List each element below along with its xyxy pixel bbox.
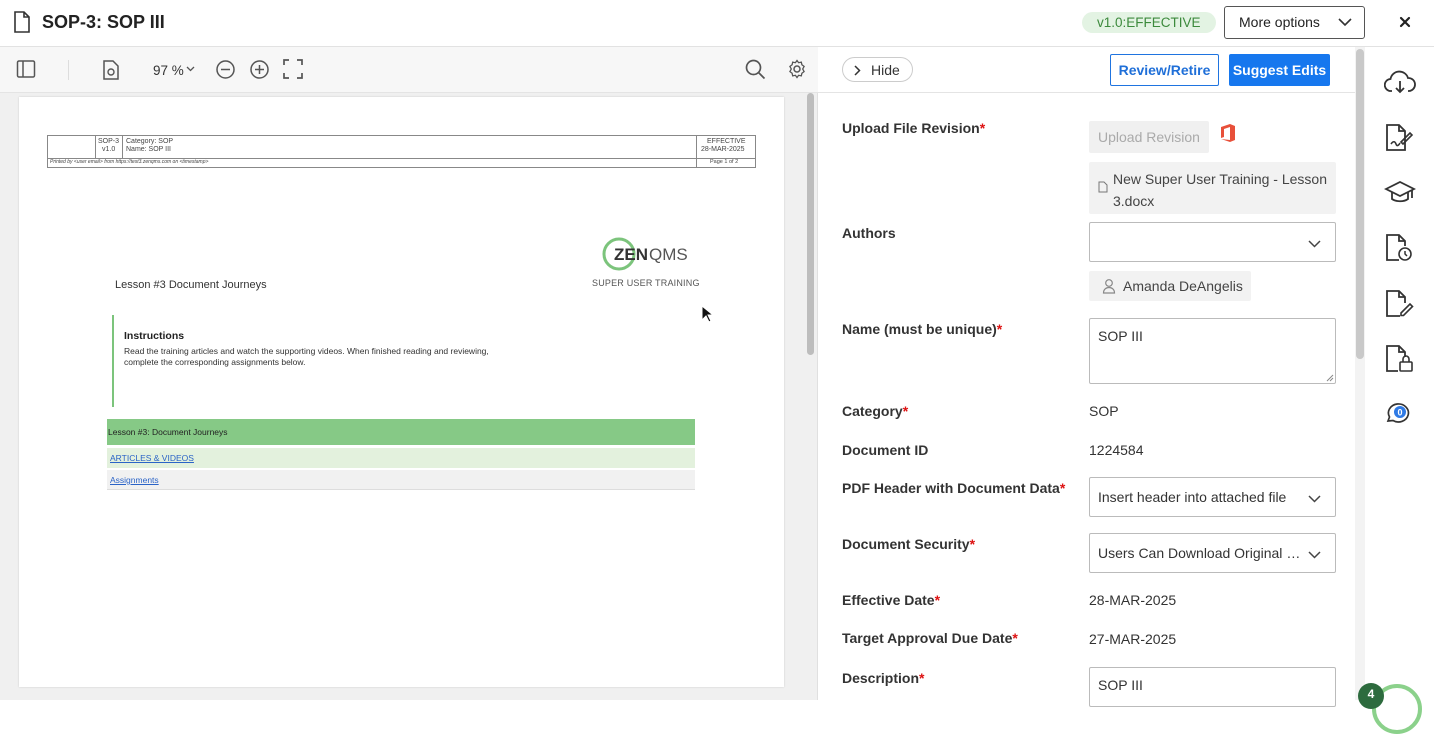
- search-icon[interactable]: [745, 59, 766, 80]
- chevron-down-icon: [1308, 551, 1321, 559]
- target-approval-date-value: 27-MAR-2025: [1089, 631, 1177, 647]
- lesson-title: Lesson #3 Document Journeys: [115, 279, 267, 291]
- document-security-label: Document Security*: [842, 536, 976, 552]
- description-label: Description*: [842, 670, 925, 686]
- resize-handle-icon[interactable]: [1326, 374, 1334, 382]
- articles-videos-link[interactable]: ARTICLES & VIDEOS: [110, 453, 194, 463]
- svg-text:0: 0: [1397, 408, 1402, 418]
- effective-date-label: Effective Date*: [842, 592, 941, 608]
- pdf-header-value: Insert header into attached file: [1098, 489, 1287, 505]
- document-id-value: 1224584: [1089, 442, 1144, 458]
- pdf-name: Name: SOP III: [126, 146, 171, 153]
- page-settings-icon[interactable]: [102, 60, 120, 80]
- document-id-label: Document ID: [842, 442, 929, 458]
- description-input[interactable]: SOP III: [1089, 667, 1336, 707]
- document-security-select[interactable]: Users Can Download Original F...: [1089, 533, 1336, 573]
- hide-button[interactable]: Hide: [842, 57, 913, 82]
- document-name-label: Name (must be unique)*: [842, 321, 1003, 337]
- document-lock-icon[interactable]: [1384, 345, 1414, 373]
- chevron-down-icon: [1308, 240, 1321, 248]
- lesson-table-header: Lesson #3: Document Journeys: [107, 419, 695, 445]
- assignments-link[interactable]: Assignments: [110, 475, 159, 485]
- gear-icon[interactable]: [787, 59, 807, 79]
- panel-scrollbar[interactable]: [1355, 47, 1365, 700]
- attached-file-chip[interactable]: New Super User Training - Lesson 3.docx: [1089, 162, 1336, 214]
- comments-icon[interactable]: 0: [1384, 401, 1414, 427]
- office-icon[interactable]: [1219, 123, 1237, 143]
- more-options-label: More options: [1239, 14, 1320, 30]
- close-icon[interactable]: [1396, 13, 1414, 31]
- document-security-value: Users Can Download Original F...: [1098, 545, 1304, 561]
- pdf-category: Category: SOP: [126, 138, 174, 145]
- viewer-toolbar: 97 %: [0, 47, 818, 93]
- document-page: SOP-3 v1.0 Category: SOP Name: SOP III E…: [19, 97, 784, 687]
- sign-document-icon[interactable]: [1384, 124, 1414, 152]
- chevron-right-icon: [854, 65, 861, 76]
- table-row: Assignments: [107, 470, 695, 490]
- pdf-version: v1.0: [102, 146, 116, 153]
- toolbar-divider: [68, 60, 69, 80]
- pdf-page-number: Page 1 of 2: [710, 159, 739, 165]
- zoom-out-icon[interactable]: [215, 59, 236, 80]
- fullscreen-icon[interactable]: [283, 59, 303, 79]
- panel-scrollbar-thumb[interactable]: [1356, 49, 1364, 359]
- pdf-status: EFFECTIVE: [707, 138, 746, 145]
- upload-revision-button[interactable]: Upload Revision: [1089, 121, 1209, 153]
- zoom-dropdown-icon[interactable]: [186, 66, 195, 72]
- zenqms-logo: ZEN QMS: [602, 237, 694, 271]
- authors-label: Authors: [842, 225, 896, 241]
- hide-button-label: Hide: [871, 61, 900, 78]
- document-name-input[interactable]: SOP III: [1089, 318, 1336, 384]
- pdf-printed-by: Printed by <user email> from https://tes…: [50, 159, 209, 165]
- document-viewer[interactable]: SOP-3 v1.0 Category: SOP Name: SOP III E…: [0, 93, 818, 700]
- review-retire-button[interactable]: Review/Retire: [1110, 54, 1219, 86]
- sidebar-toggle-icon[interactable]: [16, 59, 36, 79]
- upload-file-revision-label: Upload File Revision*: [842, 120, 986, 136]
- table-row: ARTICLES & VIDEOS: [107, 448, 695, 468]
- instructions-title: Instructions: [124, 330, 185, 342]
- training-graduation-icon[interactable]: [1384, 180, 1416, 206]
- title-bar: SOP-3: SOP III v1.0:EFFECTIVE More optio…: [0, 0, 1434, 47]
- pdf-doc-id: SOP-3: [98, 138, 120, 145]
- authors-select[interactable]: [1089, 222, 1336, 262]
- pdf-header-label: PDF Header with Document Data*: [842, 480, 1066, 496]
- effective-date-value: 28-MAR-2025: [1089, 592, 1177, 608]
- category-label: Category*: [842, 403, 909, 419]
- author-chip[interactable]: Amanda DeAngelis: [1089, 271, 1251, 301]
- document-scrollbar[interactable]: [807, 93, 814, 355]
- target-approval-date-label: Target Approval Due Date*: [842, 630, 1018, 646]
- page-title: SOP-3: SOP III: [42, 12, 165, 32]
- instructions-accent-bar: [112, 315, 114, 407]
- panel-toolbar: Hide Review/Retire Suggest Edits: [818, 47, 1355, 93]
- mouse-cursor-icon: [701, 305, 713, 323]
- attached-file-name: New Super User Training - Lesson 3.docx: [1113, 171, 1327, 209]
- cloud-download-icon[interactable]: [1384, 70, 1416, 96]
- document-history-icon[interactable]: [1384, 234, 1414, 262]
- pdf-header-select[interactable]: Insert header into attached file: [1089, 477, 1336, 517]
- zoom-level[interactable]: 97 %: [153, 63, 184, 78]
- zoom-in-icon[interactable]: [249, 59, 270, 80]
- category-value: SOP: [1089, 403, 1119, 419]
- pdf-document-header: SOP-3 v1.0 Category: SOP Name: SOP III E…: [47, 135, 756, 169]
- instructions-text: Read the training articles and watch the…: [124, 346, 489, 367]
- status-badge: v1.0:EFFECTIVE: [1082, 12, 1216, 33]
- pdf-date: 28-MAR-2025: [701, 146, 745, 153]
- logo-subtitle: SUPER USER TRAINING: [592, 278, 700, 288]
- svg-text:QMS: QMS: [649, 245, 688, 264]
- chevron-down-icon: [1338, 18, 1352, 27]
- edit-document-icon[interactable]: [1384, 290, 1414, 318]
- user-icon: [1102, 278, 1116, 294]
- document-icon: [13, 11, 31, 33]
- chevron-down-icon: [1308, 495, 1321, 503]
- author-name: Amanda DeAngelis: [1123, 278, 1243, 294]
- more-options-button[interactable]: More options: [1224, 6, 1365, 39]
- suggest-edits-button[interactable]: Suggest Edits: [1229, 54, 1330, 86]
- file-icon: [1098, 181, 1108, 193]
- svg-text:ZEN: ZEN: [614, 245, 648, 264]
- notification-count-badge[interactable]: 4: [1358, 683, 1384, 709]
